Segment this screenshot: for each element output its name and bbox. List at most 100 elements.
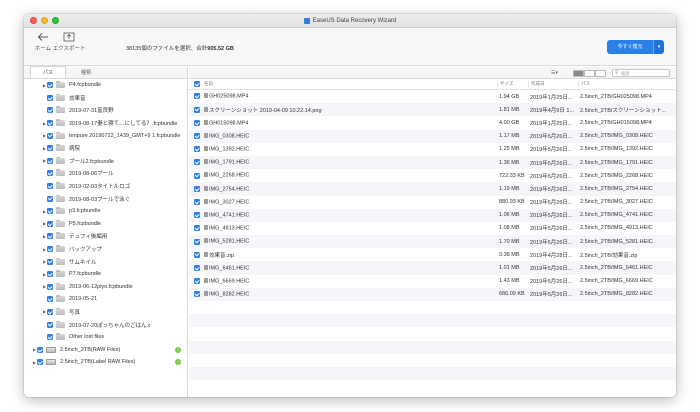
tree-item-checkbox[interactable] [47,334,53,341]
row-checkbox[interactable] [194,198,200,205]
table-row[interactable]: IMG_0308.HEIC 1.17 MB 2019年5月26日... 2.5inch… [189,129,676,143]
row-checkbox[interactable] [194,172,200,179]
tree-item[interactable]: 2019-07-20ぽっちゃんのごはん♬ [24,318,187,331]
tree-item-checkbox[interactable] [47,233,53,240]
row-checkbox[interactable] [194,119,200,126]
tree-item-checkbox[interactable] [47,271,53,278]
table-row[interactable]: IMG_1392.HEIC 1.25 MB 2019年5月26日... 2.5inch… [189,143,676,156]
tree-item-checkbox[interactable] [47,107,53,114]
row-checkbox[interactable] [194,264,200,271]
tree-item-checkbox[interactable] [47,220,53,227]
table-row[interactable]: IMG_3027.HEIC 880.93 KB 2019年5月26日... 2.5in… [189,196,676,209]
tree-item-checkbox[interactable] [47,170,53,177]
row-checkbox[interactable] [194,251,200,258]
tree-item[interactable]: ▶ 写真 [24,306,187,319]
tree-item-checkbox[interactable] [47,246,53,253]
tree-item-checkbox[interactable] [47,132,53,139]
tree-item[interactable]: ▶ p3.fcpbundle [24,205,187,218]
column-date-header[interactable]: 作成日 [528,81,578,87]
tree-item[interactable]: ▶ P7.fcpbundle [24,268,187,281]
tree-item[interactable]: ▶ 2019-08-17妻と寝て…にしてる？.fcpbundle [24,117,187,130]
tree-item-checkbox[interactable] [47,183,53,190]
table-row[interactable]: GH015098.MP4 4.00 GB 2019年1月25日... 2.5inch_… [189,116,676,129]
tree-item[interactable]: ▶ 2.5inch_2TB(Label RAW Files) ✓ [24,356,187,369]
tree-item[interactable]: ▶ P4.fcpbundle [24,79,187,92]
row-checkbox[interactable] [194,133,200,140]
row-checkbox[interactable] [194,278,200,285]
tree-item-checkbox[interactable] [47,195,53,202]
close-window-button[interactable] [30,17,37,24]
row-checkbox[interactable] [194,106,200,113]
tree-item-checkbox[interactable] [47,321,53,328]
table-row[interactable]: IMG_4741.HEIC 1.06 MB 2019年5月26日... 2.5inch… [189,208,676,222]
tree-item[interactable]: ▶ バックアップ [24,243,187,256]
tree-item[interactable]: 効果音 [24,92,187,105]
tree-item[interactable]: ▶ 2019-06-12piyo.fcpbundle [24,281,187,294]
tree-item[interactable]: 2019-02-03タイトルロゴ [24,180,187,193]
table-row[interactable]: IMG_5281.HEIC 1.70 MB 2019年5月26日... 2.5inch… [189,235,676,249]
tree-item[interactable]: 2019-08-03プールで泳ぐ [24,192,187,205]
tree-item-checkbox[interactable] [47,157,53,164]
tree-item-checkbox[interactable] [47,82,53,89]
tree-item-checkbox[interactable] [47,296,53,303]
table-row[interactable]: IMG_6669.HEIC 1.43 MB 2019年5月26日... 2.5inch… [189,275,676,288]
empty-row [189,354,676,367]
row-checkbox[interactable] [194,146,200,153]
table-row[interactable]: IMG_2268.HEIC 722.33 KB 2019年5月26日... 2.5in… [189,169,676,182]
table-row[interactable]: IMG_6461.HEIC 1.01 MB 2019年5月26日... 2.5inch… [189,261,676,275]
column-size-header[interactable]: サイズ [497,81,528,87]
tree-item[interactable]: Other lost files [24,331,187,344]
grid-view-icon[interactable] [584,69,595,77]
tab-path[interactable]: パス [30,66,67,78]
table-row[interactable]: IMG_1791.HEIC 1.36 MB 2019年5月26日... 2.5inch… [189,155,676,170]
file-name: IMG_6669.HEIC [209,278,250,285]
tab-type[interactable]: 種類 [68,66,104,78]
table-row[interactable]: IMG_2754.HEIC 1.19 MB 2019年5月26日... 2.5inch… [189,182,676,196]
tree-item-checkbox[interactable] [47,120,53,127]
zoom-window-button[interactable] [52,17,59,24]
search-input[interactable]: 検索 [612,69,670,77]
tree-item[interactable]: ▶ tenpure 20190722_1439_GMT+9 1.fcpbundle [24,129,187,142]
table-row[interactable]: スクリーンショット 2019-04-09 10.22.14.png 1.81 MB… [189,103,676,117]
trash-file-icon [204,172,208,178]
row-checkbox[interactable] [194,185,200,192]
filter-icon[interactable]: ☰▾ [551,70,558,76]
row-checkbox[interactable] [194,212,200,219]
file-date-cell: 2019年4月9日 1... [530,107,575,114]
tree-item-checkbox[interactable] [47,145,53,152]
tree-item-checkbox[interactable] [47,208,53,215]
table-row[interactable]: GH025098.MP4 1.94 GB 2019年1月25日... 2.5inch_… [189,90,676,103]
column-view-icon[interactable] [595,69,606,77]
tree-item[interactable]: ▶ P5.fcpbundle [24,218,187,231]
recover-now-button[interactable]: 今すぐ復元 [607,40,653,54]
tree-item[interactable]: ▶ 2.5inch_2TB(RAW Files) ✓ [24,343,187,356]
tree-item[interactable]: ▶ デュフィ後編用 [24,230,187,243]
tree-item-checkbox[interactable] [47,308,53,315]
tree-item-checkbox[interactable] [47,283,53,290]
tree-item-checkbox[interactable] [47,258,53,265]
table-row[interactable]: IMG_8282.HEIC 686.09 KB 2019年5月26日... 2.5in… [189,287,676,301]
column-name-header[interactable]: 名前 [202,81,497,87]
tree-item[interactable]: 2019-08-06プール [24,167,187,180]
tree-item[interactable]: ▶ プール2.fcpbundle [24,155,187,168]
row-checkbox[interactable] [194,159,200,166]
row-checkbox[interactable] [194,225,200,232]
export-button[interactable]: エクスポート [52,32,86,52]
select-all-checkbox[interactable] [194,81,200,87]
row-checkbox[interactable] [194,238,200,245]
column-path-header[interactable]: パス [578,81,674,87]
tree-item-checkbox[interactable] [37,359,43,366]
list-view-icon[interactable] [573,69,584,77]
recover-dropdown-button[interactable]: ▾ [653,40,664,54]
tree-item[interactable]: ▶ サムネイル [24,255,187,268]
tree-item[interactable]: ▶ 病院 [24,142,187,155]
minimize-window-button[interactable] [41,17,48,24]
tree-item[interactable]: 2019-05-21 [24,293,187,306]
tree-item-checkbox[interactable] [47,94,53,101]
row-checkbox[interactable] [194,93,200,100]
row-checkbox[interactable] [194,291,200,298]
tree-item[interactable]: 2019-07-31富良野 [24,104,187,117]
tree-item-checkbox[interactable] [37,346,43,353]
table-row[interactable]: 効果音.zip 3.38 MB 2019年4月28日... 2.5inch_2TB/効… [189,248,676,261]
table-row[interactable]: IMG_4913.HEIC 1.08 MB 2019年5月26日... 2.5inch… [189,222,676,235]
